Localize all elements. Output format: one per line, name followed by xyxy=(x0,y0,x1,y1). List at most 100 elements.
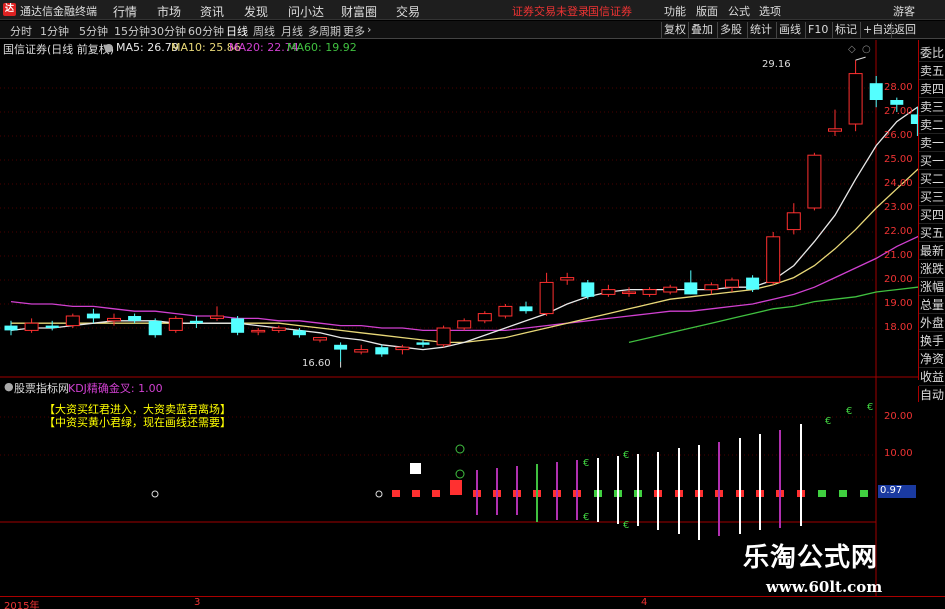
candle xyxy=(704,282,719,295)
candle-body xyxy=(4,325,18,331)
settings-dot-icon[interactable]: ● xyxy=(4,380,14,393)
price-tick: 28.00 xyxy=(884,82,913,93)
tab-earnings[interactable]: 收益 xyxy=(919,368,945,386)
candle-body xyxy=(45,325,59,328)
candle xyxy=(622,287,636,297)
price-tick: 19.00 xyxy=(884,298,913,309)
tab-buy2[interactable]: 买二 xyxy=(919,170,945,188)
candle-body xyxy=(642,289,657,295)
price-tick: 25.00 xyxy=(884,154,913,165)
candle xyxy=(128,313,142,324)
candle xyxy=(581,280,595,300)
signal-euro: € xyxy=(583,458,589,469)
candle-body xyxy=(334,344,348,350)
auto-button[interactable]: 自动 xyxy=(918,386,945,402)
candle-body xyxy=(890,100,904,105)
indicator-title: 股票指标网 xyxy=(14,382,69,395)
tab-weibi[interactable]: 委比 xyxy=(919,44,945,62)
tab-outer[interactable]: 外盘 xyxy=(919,314,945,332)
tab-volume[interactable]: 总量 xyxy=(919,296,945,314)
tab-turnover[interactable]: 换手 xyxy=(919,332,945,350)
tab-sell3[interactable]: 卖三 xyxy=(919,98,945,116)
tab-change-pct[interactable]: 涨幅 xyxy=(919,278,945,296)
candle-body xyxy=(746,277,760,290)
side-tabs: 委比 卖五 卖四 卖三 卖二 卖一 买一 买二 买三 买四 买五 最新 涨跌 涨… xyxy=(918,40,945,386)
candle xyxy=(828,109,842,136)
price-tick: 21.00 xyxy=(884,250,913,261)
candle xyxy=(786,203,801,235)
candle xyxy=(869,76,883,108)
candle xyxy=(251,328,266,336)
candle xyxy=(539,272,554,316)
candle xyxy=(746,275,760,292)
tab-sell4[interactable]: 卖四 xyxy=(919,80,945,98)
candle xyxy=(601,284,616,297)
candle-body xyxy=(313,337,327,341)
candle-body xyxy=(436,327,451,346)
candle xyxy=(766,232,781,285)
candle xyxy=(86,308,100,324)
candle xyxy=(807,152,822,211)
candle xyxy=(148,318,162,338)
candle xyxy=(642,287,657,297)
candle-body xyxy=(354,349,369,353)
price-tick: 18.00 xyxy=(884,322,913,333)
candle-body xyxy=(65,315,80,327)
candle-body xyxy=(231,318,245,333)
tab-sell1[interactable]: 卖一 xyxy=(919,134,945,152)
candle xyxy=(457,318,472,331)
signal-marker xyxy=(412,490,420,497)
price-tick: 26.00 xyxy=(884,130,913,141)
tab-buy5[interactable]: 买五 xyxy=(919,224,945,242)
candle-body xyxy=(807,154,822,209)
tab-buy1[interactable]: 买一 xyxy=(919,152,945,170)
candle xyxy=(560,272,575,285)
signal-marker xyxy=(860,490,868,497)
tab-change[interactable]: 涨跌 xyxy=(919,260,945,278)
circle-icon[interactable]: ○ xyxy=(862,44,871,55)
price-tick: 24.00 xyxy=(884,178,913,189)
diamond-icon[interactable]: ◇ xyxy=(848,44,856,55)
candle-body xyxy=(271,327,286,331)
strategy-text: 【大资买红君进入，大资卖蓝君离场】 【中资买黄小君绿，现在画线还需要】 xyxy=(44,403,231,429)
tab-latest[interactable]: 最新 xyxy=(919,242,945,260)
candle-body xyxy=(477,313,492,322)
price-tick: 20.00 xyxy=(884,274,913,285)
current-value-badge: 0.97 xyxy=(878,485,916,498)
indicator-tick: 10.00 xyxy=(884,448,913,459)
candle-body xyxy=(539,281,554,315)
candle-body xyxy=(601,289,616,295)
candle-body xyxy=(519,306,533,312)
tab-net-assets[interactable]: 净资 xyxy=(919,350,945,368)
indicator-tick: 20.00 xyxy=(884,411,913,422)
date-axis: 2015年 3 4 xyxy=(0,596,945,609)
tab-buy3[interactable]: 买三 xyxy=(919,188,945,206)
candle xyxy=(684,270,698,295)
candle-body xyxy=(869,83,883,100)
candle-body xyxy=(395,346,410,351)
signal-circle xyxy=(151,490,159,498)
signal-marker xyxy=(432,490,440,497)
tab-sell5[interactable]: 卖五 xyxy=(919,62,945,80)
candle xyxy=(477,311,492,324)
signal-circle xyxy=(375,490,383,498)
candle xyxy=(45,320,59,331)
tab-sell2[interactable]: 卖二 xyxy=(919,116,945,134)
high-price-label: 29.16 xyxy=(762,59,791,70)
candle-body xyxy=(107,317,121,322)
ma-lines xyxy=(10,104,945,351)
signal-euro: € xyxy=(825,416,831,427)
chart-canvas[interactable]: € € € € € € € ◇ ○ xyxy=(0,0,945,609)
candle xyxy=(354,344,369,355)
candle-body xyxy=(86,313,100,319)
candle-body xyxy=(416,342,430,345)
date-tick: 4 xyxy=(641,597,648,608)
tab-buy4[interactable]: 买四 xyxy=(919,206,945,224)
signal-marker xyxy=(839,490,847,497)
candle-body xyxy=(292,330,306,336)
signal-marker xyxy=(392,490,400,497)
candle-body xyxy=(498,305,513,317)
candle xyxy=(848,60,863,132)
candle xyxy=(271,325,286,333)
candle xyxy=(519,301,533,314)
